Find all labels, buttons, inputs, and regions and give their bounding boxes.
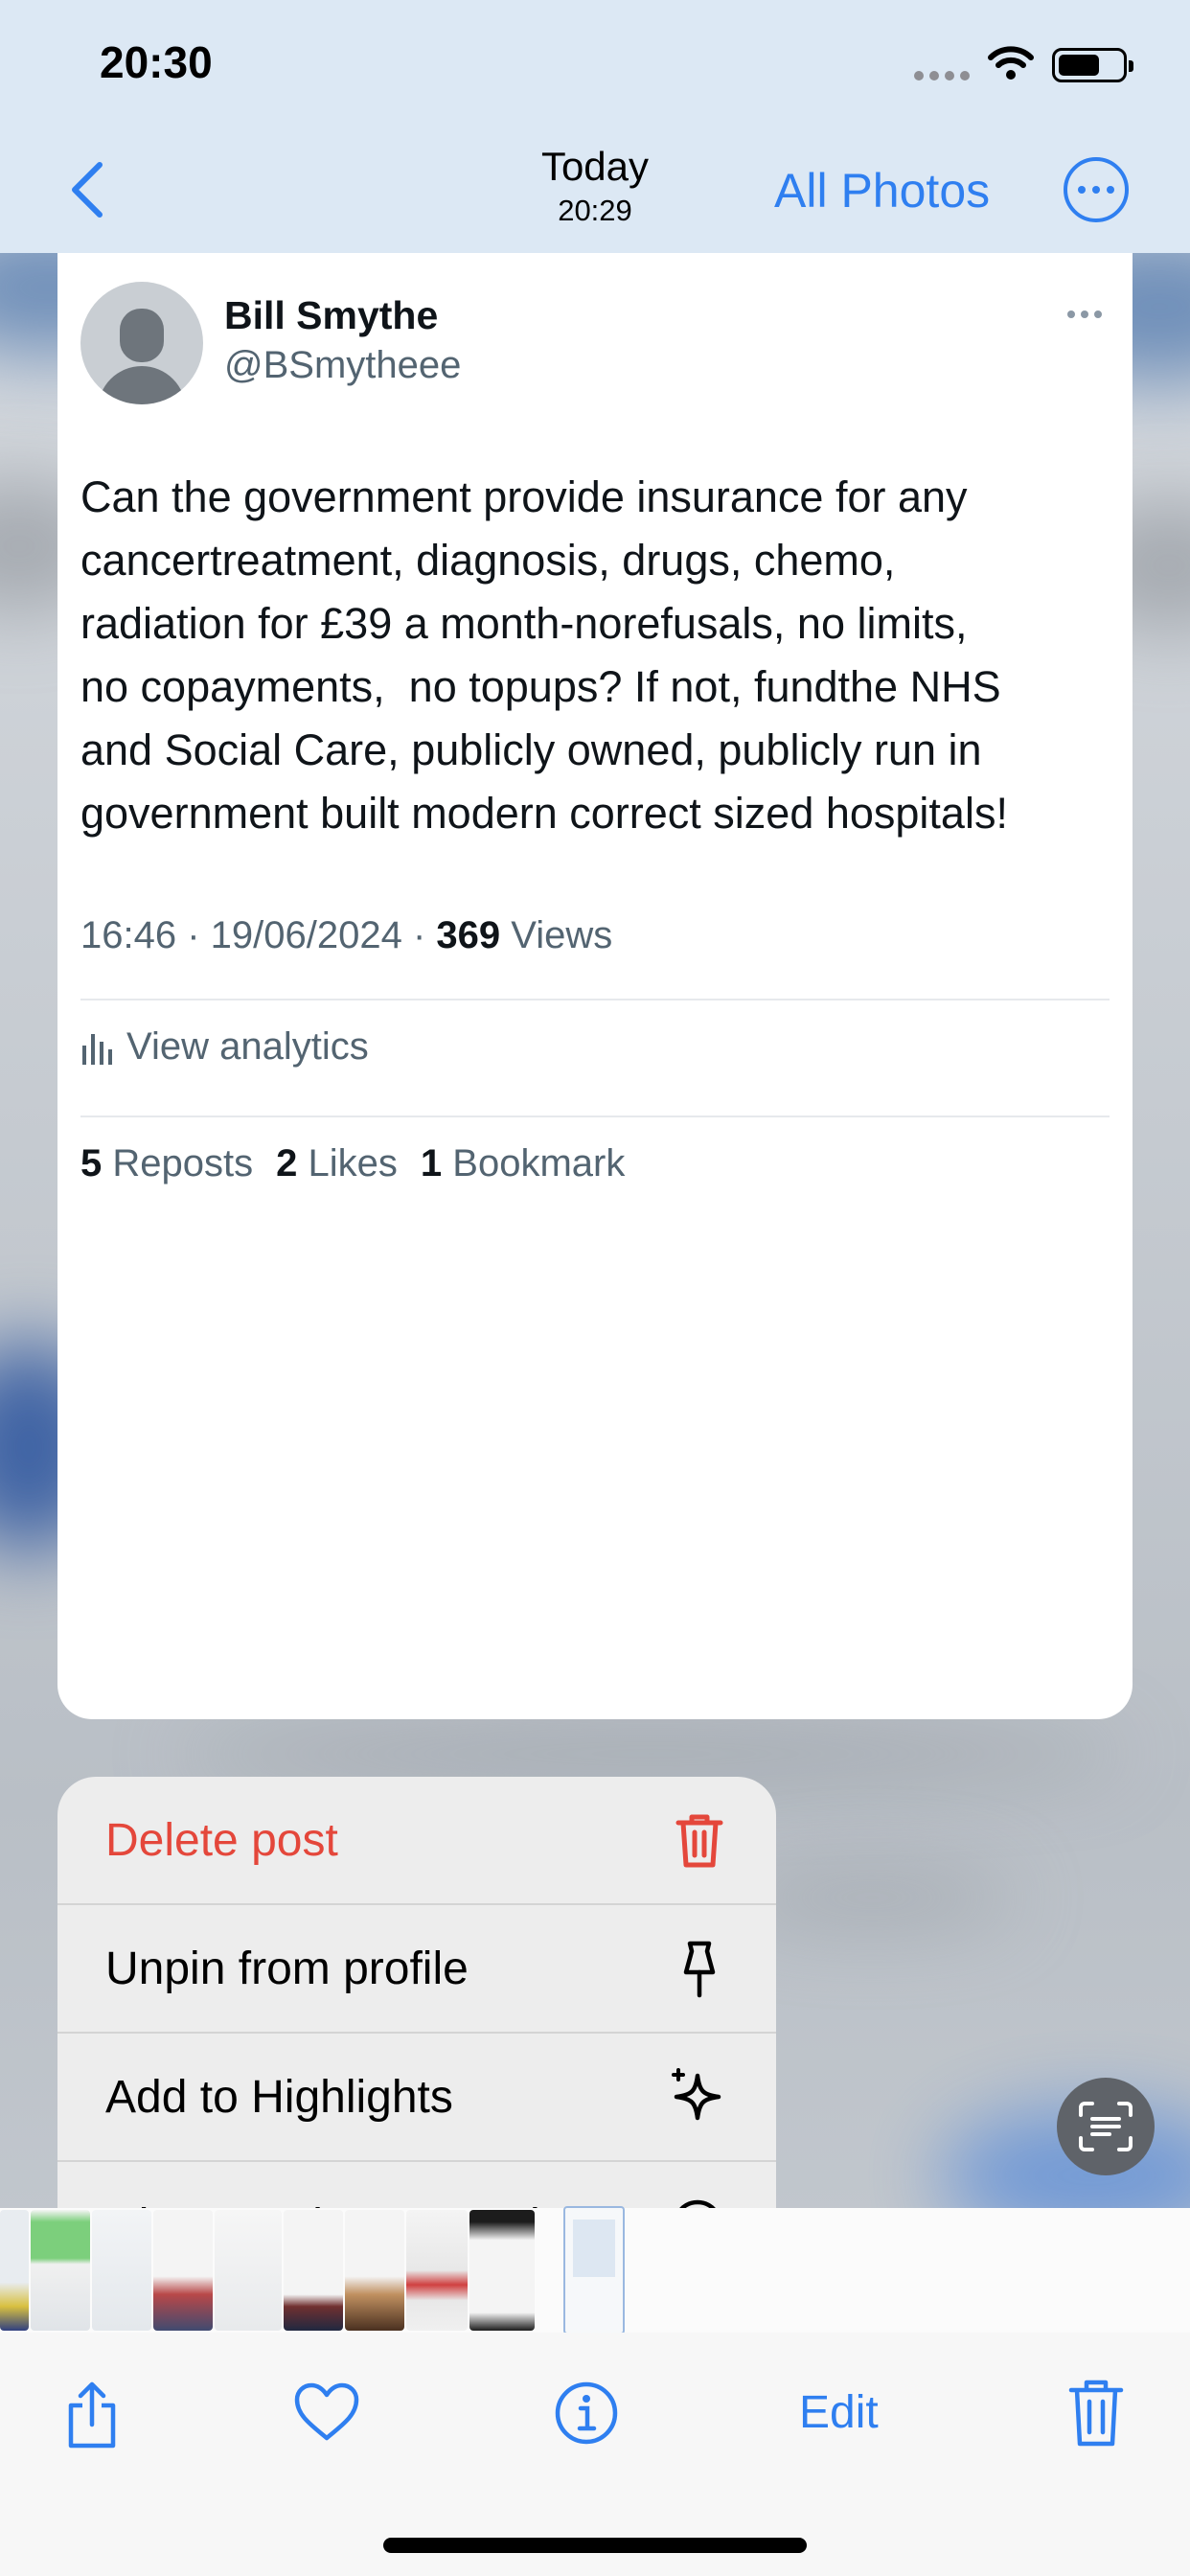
cellular-signal-icon xyxy=(914,71,970,80)
nav-title-time: 20:29 xyxy=(558,194,632,227)
more-options-icon[interactable] xyxy=(1064,157,1129,222)
avatar[interactable] xyxy=(80,282,203,404)
tweet-card: Bill Smythe @BSmytheee Can the governmen… xyxy=(57,253,1133,1719)
tweet-text-line: Can the government provide insurance for… xyxy=(80,472,968,521)
reposts-stat[interactable]: 5 Reposts xyxy=(80,1142,253,1185)
photo-thumbnail[interactable] xyxy=(153,2210,213,2331)
bookmarks-label: Bookmark xyxy=(452,1142,626,1184)
photo-thumbnail-selected[interactable] xyxy=(563,2206,625,2334)
nav-title-date: Today xyxy=(540,144,650,189)
wifi-icon xyxy=(988,46,1034,80)
divider xyxy=(80,999,1110,1000)
bookmarks-stat[interactable]: 1 Bookmark xyxy=(421,1142,625,1185)
info-icon[interactable] xyxy=(554,2380,619,2446)
bookmarks-count: 1 xyxy=(420,1142,443,1184)
divider xyxy=(80,1116,1110,1117)
analytics-bar-icon xyxy=(82,1033,112,1065)
tweet-text-line: government built modern correct sized ho… xyxy=(80,789,1008,838)
author-name: Bill Smythe xyxy=(224,293,439,337)
battery-icon xyxy=(1052,48,1133,82)
view-analytics-label: View analytics xyxy=(126,1025,369,1068)
pin-icon xyxy=(683,1941,716,1998)
photo-thumbnail[interactable] xyxy=(31,2210,90,2331)
photo-thumbnail[interactable] xyxy=(406,2210,468,2331)
thumbnail-strip[interactable] xyxy=(0,2206,1190,2334)
view-analytics-button[interactable]: View analytics xyxy=(80,1025,369,1069)
reposts-label: Reposts xyxy=(112,1142,254,1184)
edit-button[interactable]: Edit xyxy=(799,2386,879,2439)
tweet-text-line: no copayments, no topups? If not, fundth… xyxy=(80,662,1001,711)
photo-thumbnail[interactable] xyxy=(0,2210,29,2331)
engagement-counts: 5 Reposts 2 Likes 1 Bookmark xyxy=(80,1142,625,1185)
back-chevron-icon[interactable] xyxy=(63,159,111,220)
tweet-timestamp: 16:46 · 19/06/2024 · xyxy=(80,914,437,956)
reply-icon xyxy=(679,2199,716,2208)
nav-title: Today 20:29 xyxy=(499,144,691,228)
share-icon[interactable] xyxy=(61,2380,123,2450)
photo-thumbnail[interactable] xyxy=(345,2210,404,2331)
heart-icon[interactable] xyxy=(293,2382,360,2444)
trash-icon[interactable] xyxy=(1065,2377,1127,2448)
tweet-text: Can the government provide insurance for… xyxy=(80,466,1115,845)
author-handle: @BSmytheee xyxy=(224,344,462,386)
menu-item-label: Delete post xyxy=(105,1814,338,1866)
all-photos-button[interactable]: All Photos xyxy=(774,163,990,218)
tweet-text-line: cancertreatment, diagnosis, drugs, chemo… xyxy=(80,536,896,585)
bottom-toolbar: Edit xyxy=(0,2333,1190,2576)
tweet-text-line: and Social Care, publicly owned, publicl… xyxy=(80,725,982,774)
tweet-text-line: radiation for £39 a month-norefusals, no… xyxy=(80,599,968,648)
likes-stat[interactable]: 2 Likes xyxy=(276,1142,398,1185)
photo-thumbnail[interactable] xyxy=(92,2210,151,2331)
status-time: 20:30 xyxy=(100,37,213,87)
navigation-bar: 20:30 Today 20:29 All Photos xyxy=(0,0,1190,253)
likes-label: Likes xyxy=(308,1142,398,1184)
reposts-count: 5 xyxy=(80,1142,103,1184)
sparkle-icon xyxy=(672,2068,721,2121)
context-menu: Delete post Unpin from profile Add to Hi… xyxy=(57,1777,776,2208)
scan-text-icon xyxy=(1079,2102,1133,2151)
home-indicator xyxy=(383,2538,807,2553)
tweet-meta: 16:46 · 19/06/2024 · 369 Views xyxy=(80,914,612,957)
photo-thumbnail[interactable] xyxy=(469,2210,535,2331)
views-count: 369 xyxy=(436,914,501,956)
photo-thumbnail[interactable] xyxy=(215,2210,282,2331)
views-label: Views xyxy=(500,914,613,956)
trash-icon xyxy=(675,1814,723,1868)
menu-item-label: Unpin from profile xyxy=(105,1943,469,1994)
menu-item-delete-post[interactable]: Delete post xyxy=(57,1777,776,1903)
menu-item-label: Add to Highlights xyxy=(105,2071,453,2123)
likes-count: 2 xyxy=(276,1142,298,1184)
menu-item-unpin[interactable]: Unpin from profile xyxy=(57,1905,776,2032)
tweet-more-icon[interactable] xyxy=(1067,310,1102,318)
menu-item-change-reply[interactable]: Change who can reply xyxy=(57,2162,776,2208)
menu-item-add-to-highlights[interactable]: Add to Highlights xyxy=(57,2034,776,2160)
live-text-scan-button[interactable] xyxy=(1057,2078,1155,2175)
photo-thumbnail[interactable] xyxy=(284,2210,343,2331)
